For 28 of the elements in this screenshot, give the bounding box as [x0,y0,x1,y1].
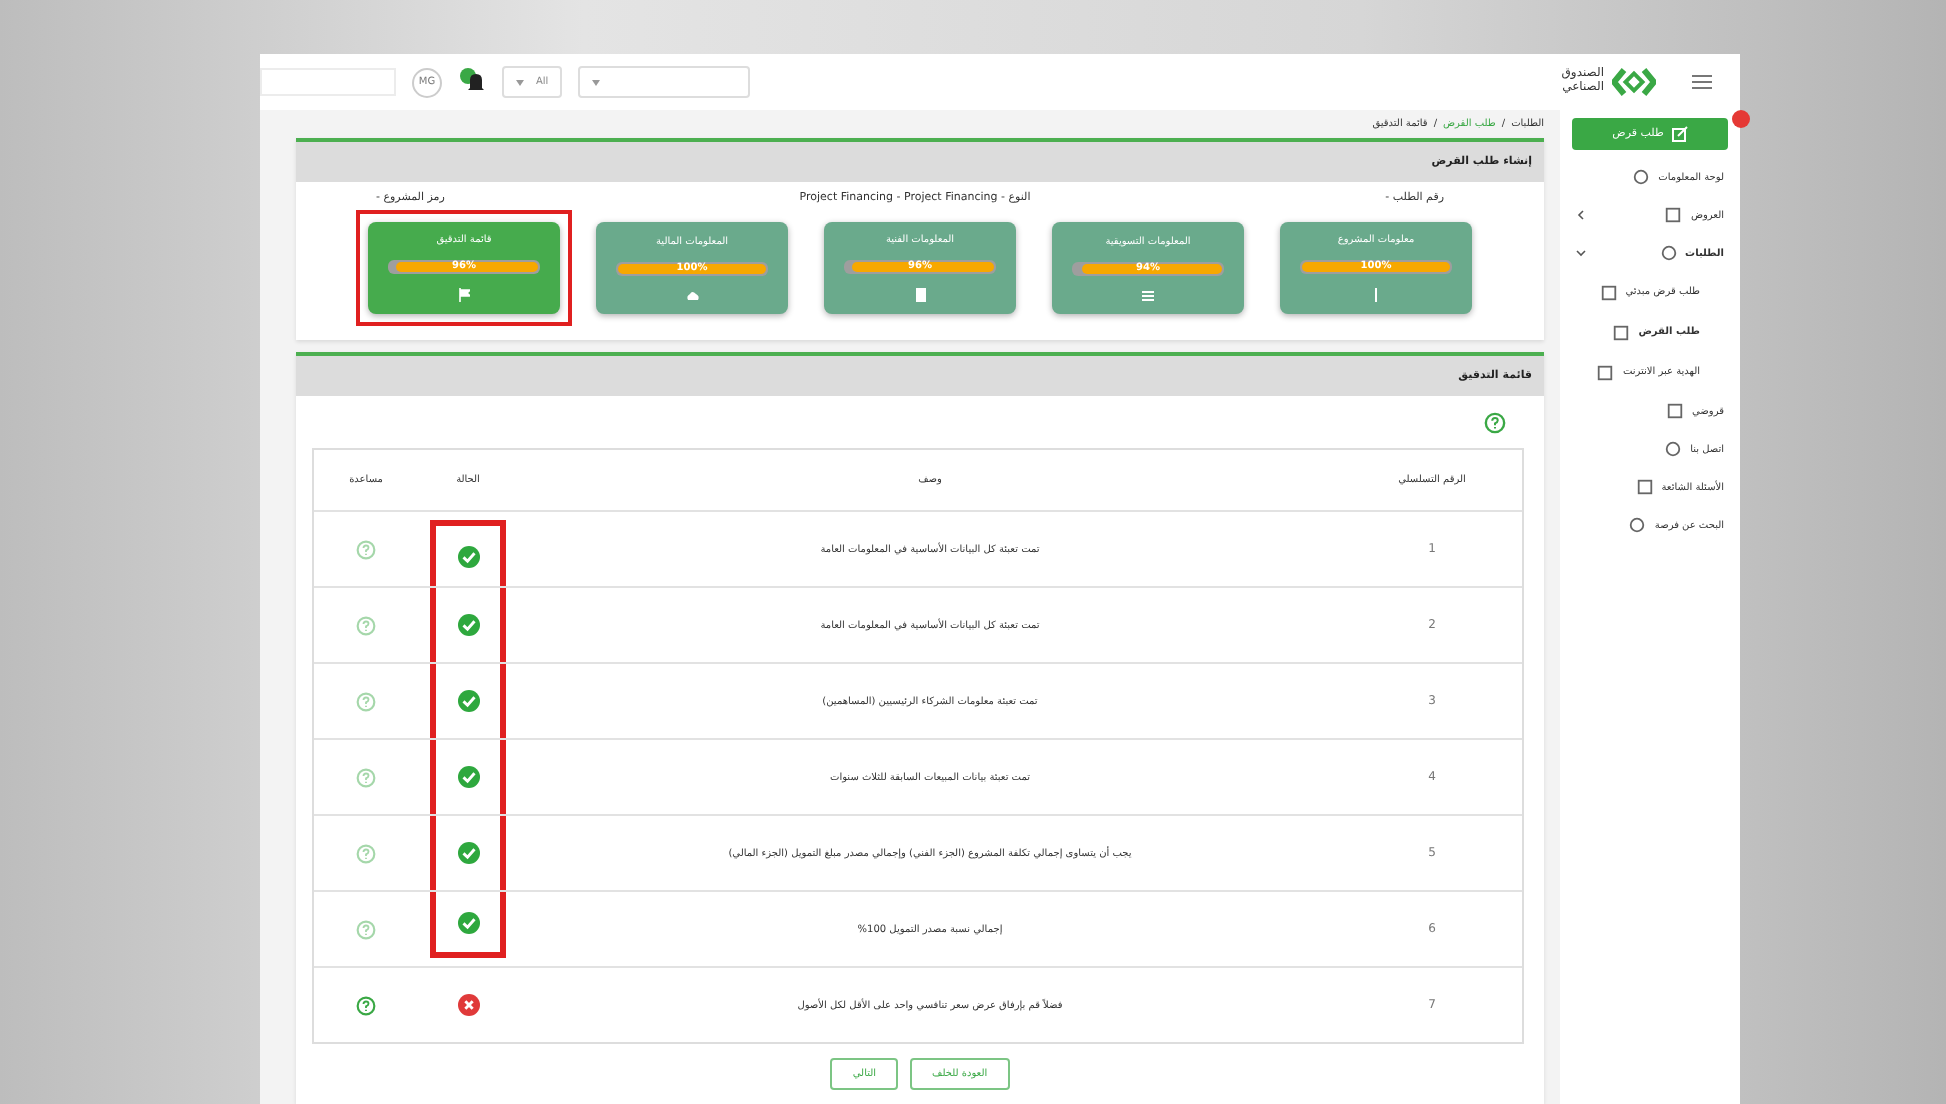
square-icon [1596,363,1615,381]
notification-badge [1732,110,1750,128]
search-field[interactable] [260,68,396,96]
menu-icon[interactable] [1692,74,1712,90]
chevron-left-icon[interactable] [1576,210,1586,220]
caret-icon [516,79,524,85]
square-icon [1666,402,1685,420]
square-icon [1664,206,1683,224]
select-dropdown[interactable] [578,66,751,98]
circle-icon [1659,244,1678,262]
help-icon[interactable] [1484,411,1506,433]
chevron-down-icon[interactable] [1576,248,1586,258]
circle-icon [1632,168,1651,186]
circle-icon [1628,516,1647,534]
caret-icon [592,79,601,85]
list-icon [1142,289,1154,301]
square-icon [1635,478,1654,496]
square-icon [1599,283,1618,301]
document-icon [915,287,925,302]
logo-icon [1612,66,1656,98]
bell-icon[interactable] [458,68,486,96]
cloud-icon [685,290,699,301]
help-icon[interactable] [356,995,376,1015]
info-icon [1370,287,1382,302]
edit-icon [1671,126,1688,142]
square-icon [1612,323,1631,341]
flag-icon [458,287,470,302]
circle-icon [1664,440,1683,458]
